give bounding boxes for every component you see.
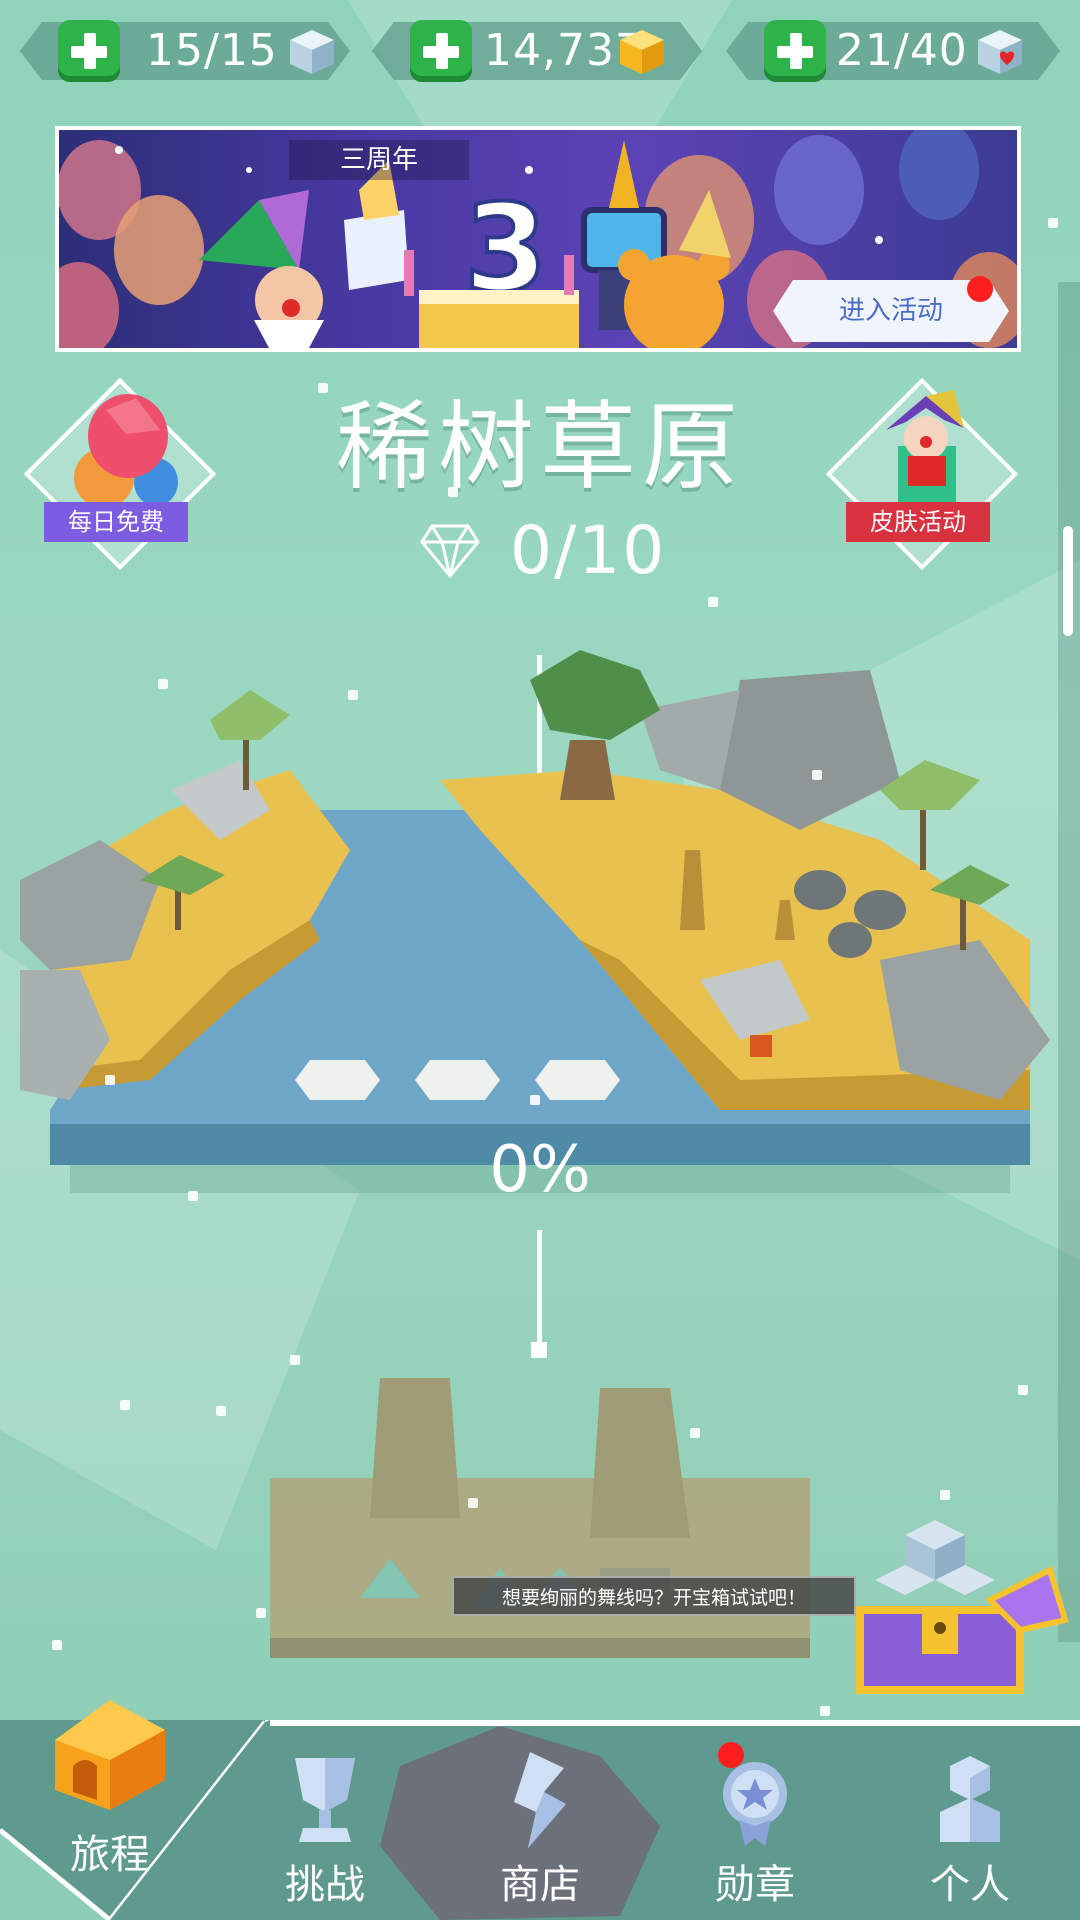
snowflake [216,1406,226,1416]
snowflake [52,1640,62,1650]
home-icon [55,1700,165,1810]
skin-event-label: 皮肤活动 [846,502,990,542]
snowflake [348,690,358,700]
ice-cube-icon [290,30,334,74]
nav-label: 挑战 [285,1862,365,1908]
snowflake [468,1498,478,1508]
progress-track-lower [537,1230,542,1350]
level-progress: 0% [489,1133,591,1207]
snowflake [158,679,168,689]
nav-label: 商店 [500,1862,580,1908]
nav-label: 个人 [930,1862,1010,1908]
nav-journey[interactable]: 旅程 [35,1700,185,1878]
nav-medals[interactable]: 勋章 [680,1742,830,1920]
daily-free-label: 每日免费 [44,502,188,542]
desert-island-locked[interactable] [270,1368,810,1668]
coin-counter: 14,737 [372,14,702,88]
snowflake [256,1608,266,1618]
snowflake [708,597,718,607]
snowflake [188,1191,198,1201]
profile-icon [940,1756,1000,1842]
shop-icon [514,1752,566,1848]
snowflake [690,1428,700,1438]
snowflake [940,1490,950,1500]
bottom-navigation: 旅程 挑战 商店 勋章 个人 [0,1700,1080,1920]
treasure-chest-button[interactable] [840,1510,1070,1700]
progress-knob [531,1342,547,1358]
snowflake [812,770,822,780]
heart-value: 21/40 [836,25,968,76]
nav-profile[interactable]: 个人 [895,1750,1045,1920]
add-hearts-button[interactable] [764,20,826,82]
level-title: 稀树草原 [336,391,744,503]
nav-rail [265,1720,1080,1726]
notification-dot [718,1742,744,1768]
snowflake [120,1400,130,1410]
game-screen: 15/15 14,737 21/40 3 三周年 进入活动 每日免费 皮肤活动 … [0,0,1080,1920]
energy-counter: 15/15 [20,14,350,88]
snowflake [530,1095,540,1105]
heart-counter: 21/40 [726,14,1060,88]
treasure-tooltip: 想要绚丽的舞线吗？开宝箱试试吧！ [452,1576,856,1616]
trophy-icon [295,1758,355,1842]
snowflake [105,1075,115,1085]
notification-dot [967,276,993,302]
gem-count: 0/10 [510,512,667,589]
scrollbar-thumb[interactable] [1063,526,1073,636]
heart-cube-icon [978,30,1022,74]
snowflake [290,1355,300,1365]
gold-cube-icon [620,30,664,74]
add-coins-button[interactable] [410,20,472,82]
snowflake [1048,218,1058,228]
nav-label: 旅程 [70,1832,150,1878]
nav-challenge[interactable]: 挑战 [250,1750,400,1920]
nav-label: 勋章 [715,1862,795,1908]
snowflake [318,383,328,393]
snowflake [820,1706,830,1716]
add-energy-button[interactable] [58,20,120,82]
anniversary-banner[interactable]: 3 三周年 进入活动 [55,126,1021,352]
nav-shop[interactable]: 商店 [465,1750,615,1920]
diamond-icon [420,524,480,579]
snowflake [1018,1385,1028,1395]
savanna-island[interactable] [20,640,1070,1200]
snowflake [448,487,458,497]
energy-value: 15/15 [146,25,278,76]
banner-title: 三周年 [289,140,469,180]
